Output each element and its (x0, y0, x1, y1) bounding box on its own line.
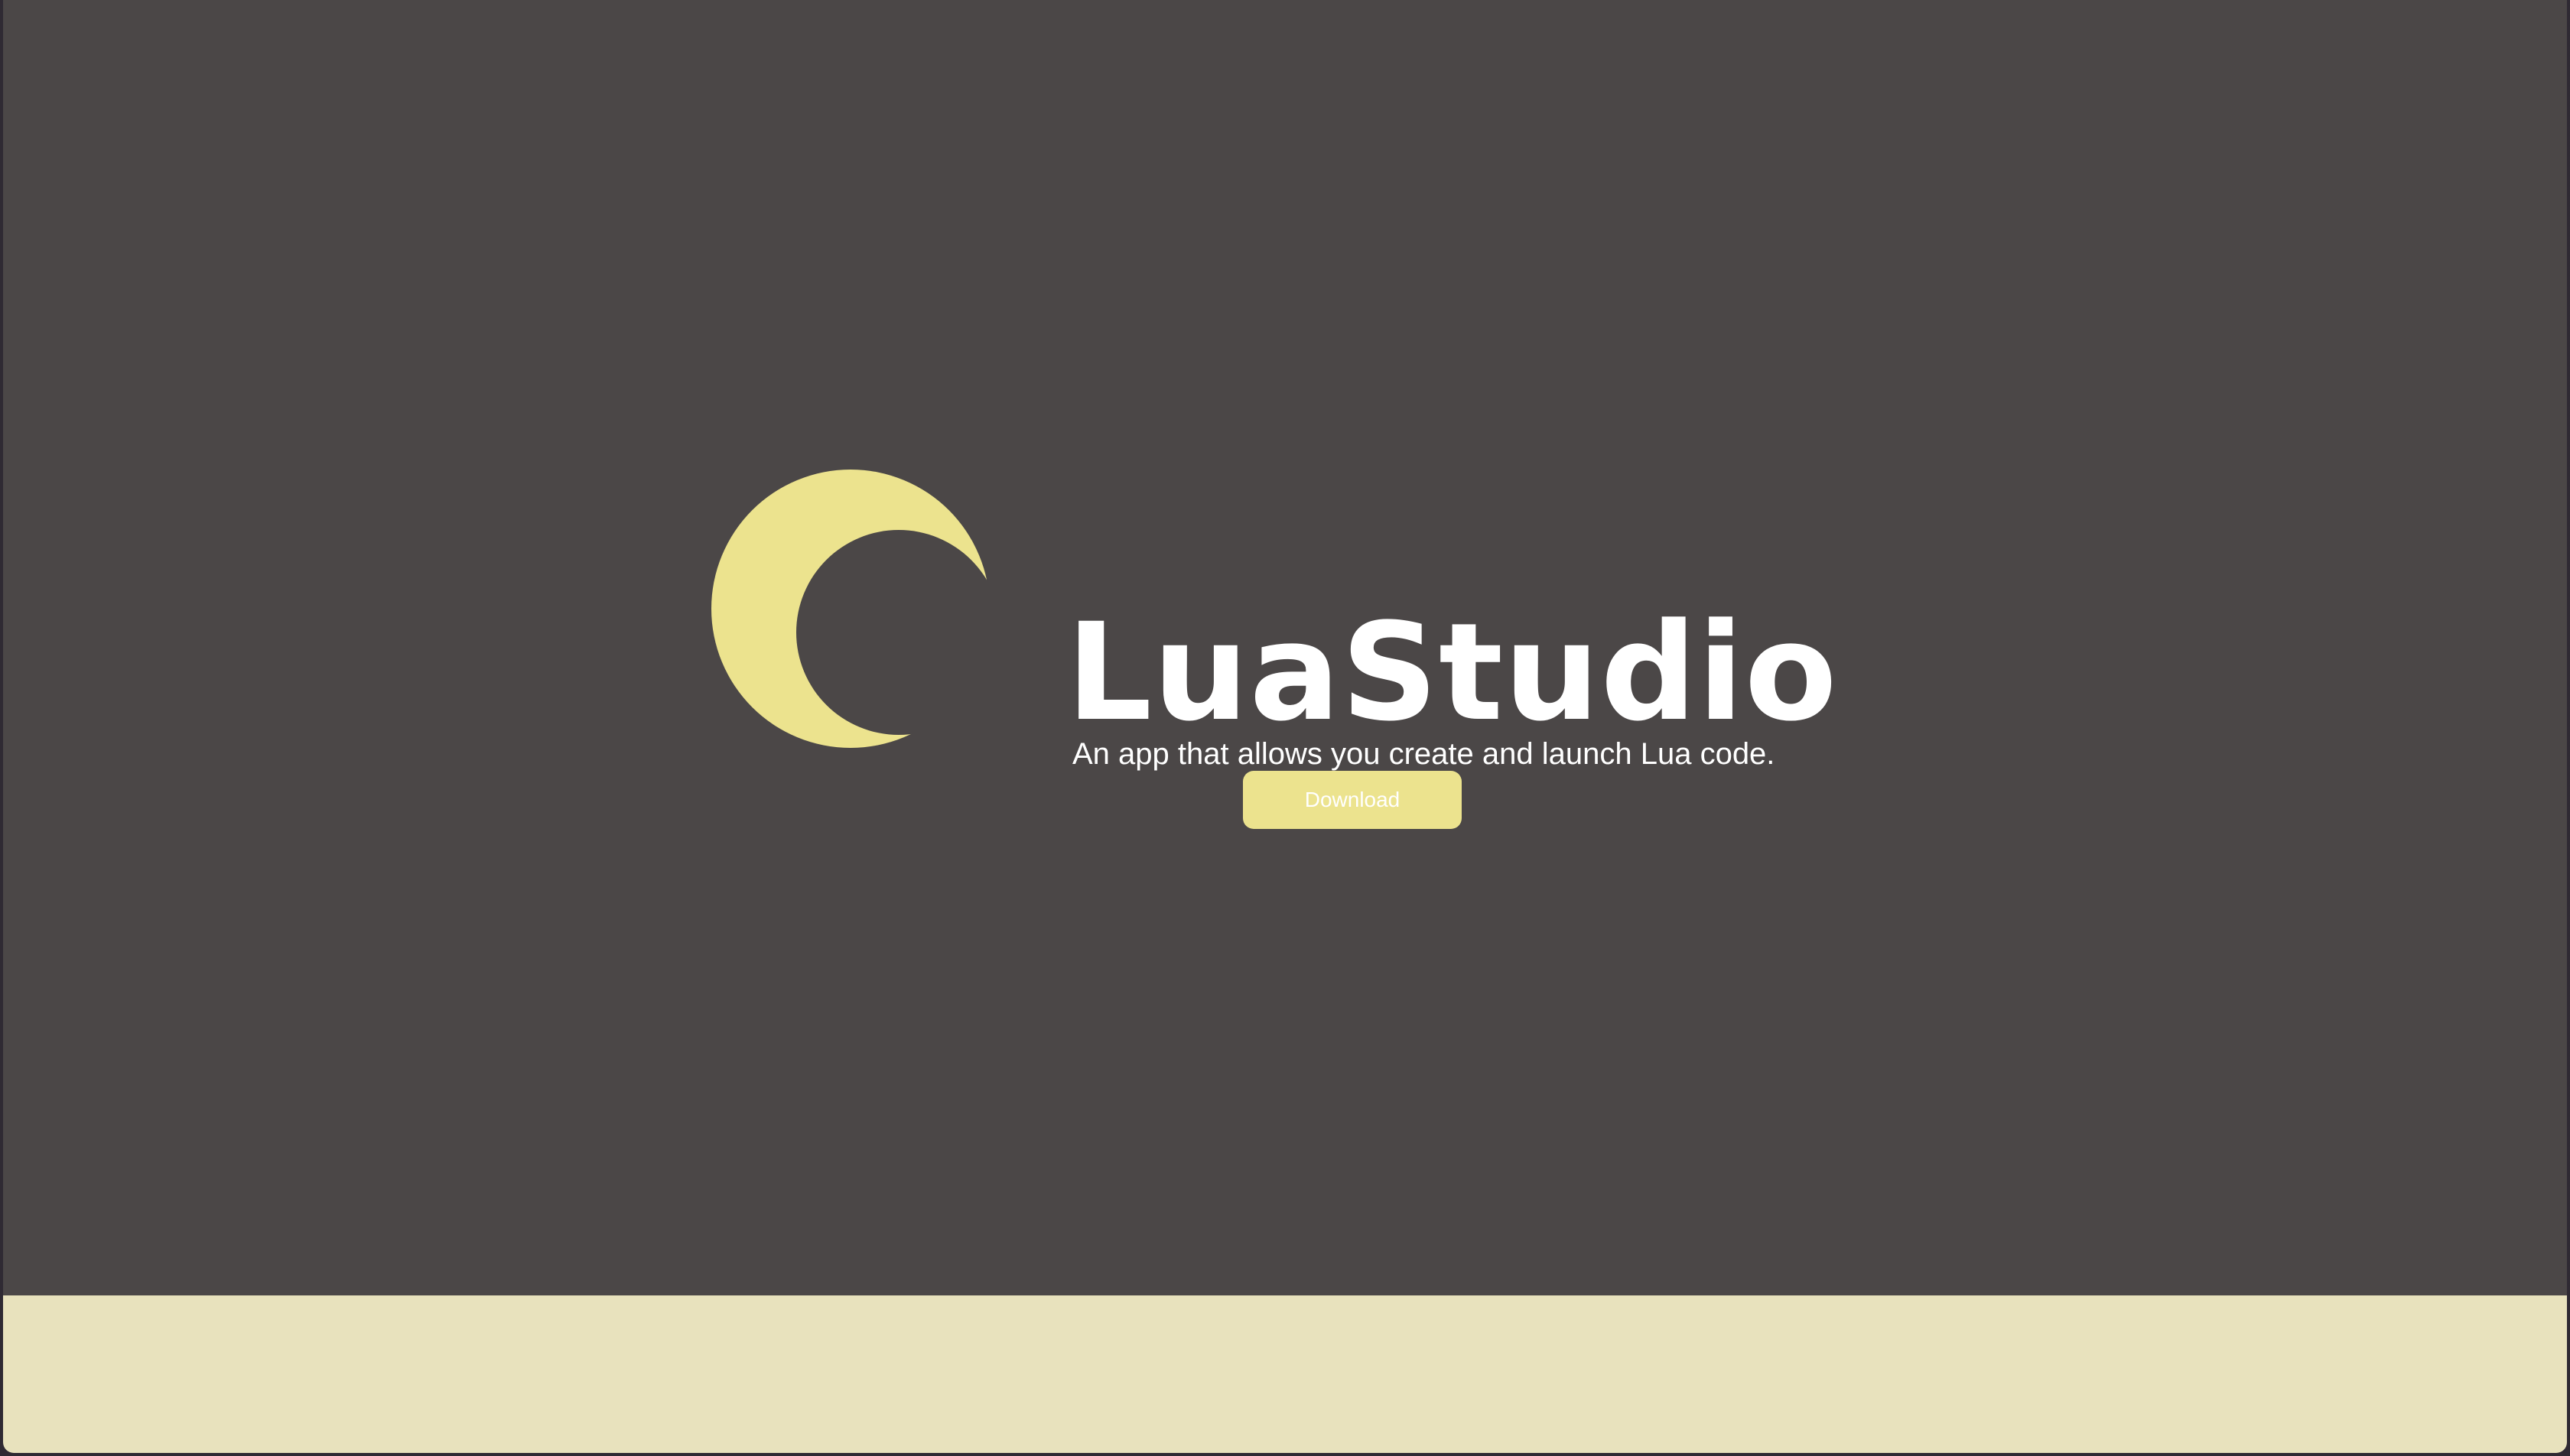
app-tagline: An app that allows you create and launch… (1072, 737, 1775, 771)
hero-section: LuaStudio An app that allows you create … (3, 0, 2567, 1295)
page-footer (3, 1295, 2567, 1453)
crescent-moon-icon (711, 470, 987, 748)
app-window: LuaStudio An app that allows you create … (3, 0, 2567, 1453)
download-button[interactable]: Download (1243, 771, 1462, 829)
